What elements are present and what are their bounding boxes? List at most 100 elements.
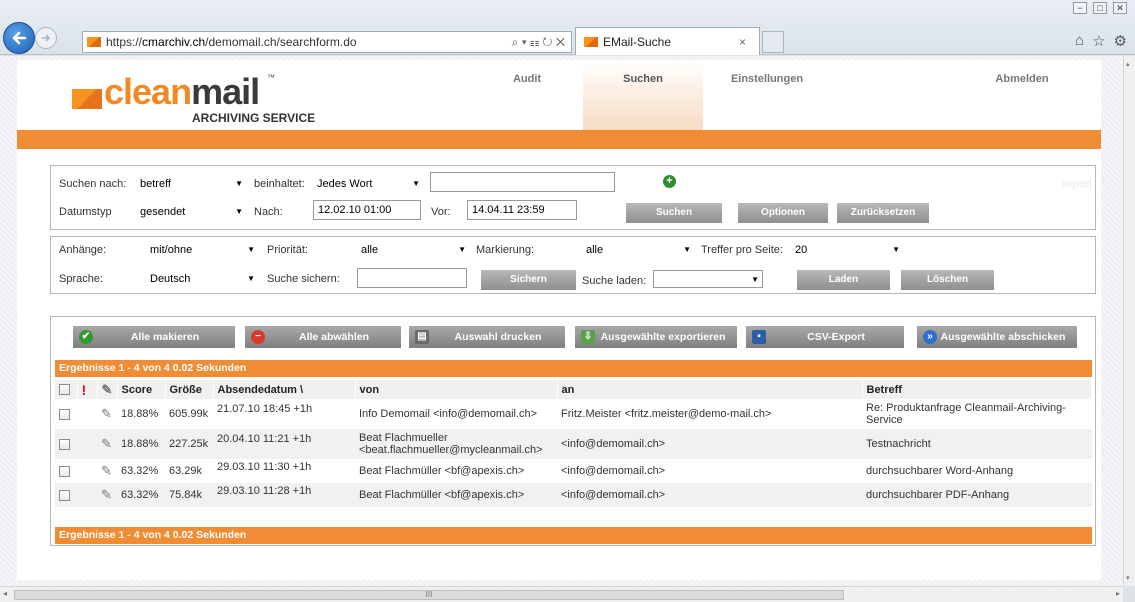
minimize-icon[interactable]: −: [1073, 2, 1087, 14]
row-select: [55, 399, 77, 429]
attachment-header[interactable]: ✎: [97, 380, 118, 399]
gear-icon[interactable]: ⚙: [1114, 32, 1127, 50]
row-from[interactable]: Beat Flachmueller <beat.flachmueller@myc…: [355, 429, 557, 459]
row-subject[interactable]: durchsuchbarer PDF-Anhang: [862, 483, 1092, 507]
row-size: 605.99k: [165, 399, 213, 429]
forward-button[interactable]: [35, 27, 57, 49]
row-score: 18.88%: [117, 429, 165, 459]
row-priority: [77, 429, 97, 459]
row-size: 63.29k: [165, 459, 213, 483]
csv-export-button[interactable]: ▪ CSV-Export: [746, 326, 904, 348]
send-selected-button[interactable]: » Ausgewählte abschicken: [917, 326, 1077, 348]
table-row[interactable]: ✎ 18.88% 605.99k 21.07.10 18:45 +1h Info…: [55, 399, 1092, 429]
address-tools[interactable]: ⌕ ▾ ☷ ↻ ✕: [491, 35, 571, 50]
sichern-input[interactable]: [357, 268, 467, 288]
priority-header[interactable]: !: [77, 380, 98, 399]
table-row[interactable]: ✎ 18.88% 227.25k 20.04.10 11:21 +1h Beat…: [55, 429, 1092, 459]
vertical-scrollbar[interactable]: ▴ ▾: [1123, 56, 1135, 586]
search-query-input[interactable]: [430, 172, 615, 192]
subject-header[interactable]: Betreff: [862, 380, 1092, 399]
address-bar[interactable]: https://cmarchiv.ch/demomail.ch/searchfo…: [82, 31, 572, 53]
row-to[interactable]: <info@demomail.ch>: [557, 429, 862, 459]
select-all-checkbox[interactable]: [59, 384, 70, 396]
datumstyp-select[interactable]: gesendet ▼: [136, 203, 246, 221]
treffer-label: Treffer pro Seite:: [701, 244, 783, 256]
table-row[interactable]: ✎ 63.32% 75.84k 29.03.10 11:28 +1h Beat …: [55, 483, 1092, 507]
close-window-icon[interactable]: ✕: [1113, 2, 1127, 14]
paperclip-icon: ✎: [101, 381, 113, 397]
markierung-select[interactable]: alle ▼: [582, 241, 694, 259]
prioritaet-select[interactable]: alle ▼: [357, 241, 469, 259]
row-to[interactable]: Fritz.Meister <fritz.meister@demo-mail.c…: [557, 399, 862, 429]
tab-title: EMail-Suche: [603, 34, 672, 49]
anhaenge-select[interactable]: mit/ohne ▼: [146, 241, 258, 259]
window-controls: − □ ✕: [1073, 2, 1127, 14]
row-size: 227.25k: [165, 429, 213, 459]
treffer-select[interactable]: 20 ▼: [791, 241, 903, 259]
scroll-right-icon[interactable]: ▸: [1116, 589, 1120, 598]
laden-label: Suche laden:: [582, 275, 647, 287]
add-criteria-icon[interactable]: +: [663, 175, 676, 188]
suchen-button[interactable]: Suchen: [626, 203, 722, 223]
star-icon[interactable]: ☆: [1092, 32, 1105, 50]
nav-suchen[interactable]: Suchen: [583, 60, 703, 130]
chevron-down-icon: ▼: [247, 274, 255, 283]
nav-audit[interactable]: Audit: [487, 60, 567, 130]
tab-email-suche[interactable]: EMail-Suche ×: [575, 27, 760, 55]
row-subject[interactable]: Re: Produktanfrage Cleanmail-Archiving-S…: [862, 399, 1092, 429]
print-label: Auswahl drucken: [454, 331, 542, 343]
mark-all-button[interactable]: ✔ Alle makieren: [73, 326, 235, 348]
horizontal-scroll-thumb[interactable]: III: [14, 590, 844, 600]
date-header[interactable]: Absendedatum \: [213, 380, 356, 399]
sprache-select[interactable]: Deutsch ▼: [146, 270, 258, 288]
optionen-button[interactable]: Optionen: [738, 203, 828, 223]
csv-label: CSV-Export: [807, 331, 865, 343]
row-checkbox[interactable]: [59, 465, 70, 477]
row-to[interactable]: <info@demomail.ch>: [557, 459, 862, 483]
row-score: 63.32%: [117, 459, 165, 483]
nach-date-input[interactable]: 12.02.10 01:00: [313, 200, 421, 220]
logo-wordmark: cleanmail: [104, 71, 260, 113]
treffer-value: 20: [795, 244, 808, 256]
scroll-down-icon[interactable]: ▾: [1126, 574, 1130, 582]
row-checkbox[interactable]: [59, 489, 70, 501]
export-selected-button[interactable]: ⇩ Ausgewählte exportieren: [575, 326, 737, 348]
logo-clean: clean: [104, 71, 192, 112]
expert-link[interactable]: expert: [1061, 178, 1092, 190]
nav-einstellungen[interactable]: Einstellungen: [717, 60, 817, 130]
loeschen-button[interactable]: Löschen: [901, 270, 994, 290]
score-header[interactable]: Score: [117, 380, 166, 399]
sichern-button[interactable]: Sichern: [481, 270, 576, 290]
row-from[interactable]: Beat Flachmüller <bf@apexis.ch>: [355, 459, 557, 483]
table-row[interactable]: ✎ 63.32% 63.29k 29.03.10 11:30 +1h Beat …: [55, 459, 1092, 483]
laden-button[interactable]: Laden: [797, 270, 890, 290]
to-header[interactable]: an: [557, 380, 863, 399]
home-icon[interactable]: ⌂: [1075, 32, 1084, 50]
vor-date-input[interactable]: 14.04.11 23:59: [467, 200, 577, 220]
scroll-left-icon[interactable]: ◂: [3, 589, 7, 598]
row-from[interactable]: Beat Flachmüller <bf@apexis.ch>: [355, 483, 557, 507]
row-subject[interactable]: durchsuchbarer Word-Anhang: [862, 459, 1092, 483]
row-subject[interactable]: Testnachricht: [862, 429, 1092, 459]
print-selection-button[interactable]: ▤ Auswahl drucken: [409, 326, 565, 348]
nav-abmelden[interactable]: Abmelden: [977, 60, 1067, 130]
row-priority: [77, 399, 97, 429]
new-tab-button[interactable]: [762, 31, 784, 53]
row-from[interactable]: Info Demomail <info@demomail.ch>: [355, 399, 557, 429]
from-header[interactable]: von: [355, 380, 558, 399]
reset-button[interactable]: Zurücksetzen: [837, 203, 929, 223]
chevron-down-icon: ▼: [235, 179, 243, 188]
size-header[interactable]: Größe: [165, 380, 214, 399]
laden-select[interactable]: ▼: [653, 270, 763, 288]
row-checkbox[interactable]: [59, 438, 70, 450]
scroll-up-icon[interactable]: ▴: [1126, 60, 1130, 68]
back-button[interactable]: [3, 22, 35, 54]
suchen-nach-select[interactable]: betreff ▼: [136, 175, 246, 193]
maximize-icon[interactable]: □: [1093, 2, 1107, 14]
unmark-all-button[interactable]: − Alle abwählen: [245, 326, 401, 348]
row-to[interactable]: <info@demomail.ch>: [557, 483, 862, 507]
row-checkbox[interactable]: [59, 408, 70, 420]
tab-close-icon[interactable]: ×: [739, 35, 759, 49]
horizontal-scrollbar[interactable]: ◂ III ▸: [0, 586, 1123, 602]
beinhaltet-select[interactable]: Jedes Wort ▼: [313, 175, 423, 193]
